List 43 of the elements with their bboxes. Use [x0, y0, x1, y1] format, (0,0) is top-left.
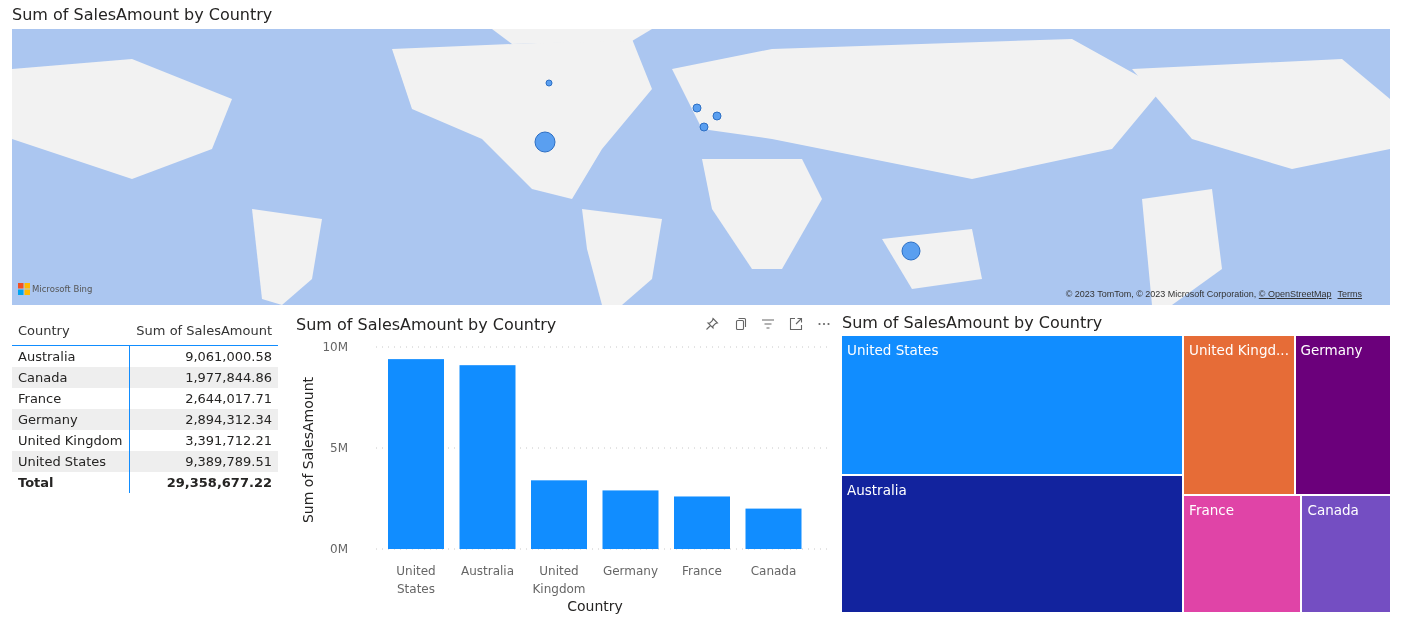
copy-icon[interactable]: [733, 317, 747, 331]
table-cell-text: 2,894,312.34: [184, 411, 273, 429]
axis-tick-label: 0M: [330, 542, 348, 556]
bing-logo-text: Microsoft Bing: [32, 284, 93, 294]
treemap-tile[interactable]: Canada: [1302, 496, 1390, 612]
table-cell-text: 2,644,017.71: [184, 390, 273, 408]
treemap-tile[interactable]: Germany: [1295, 336, 1390, 495]
pin-icon[interactable]: [705, 317, 719, 331]
filter-icon[interactable]: [761, 317, 775, 331]
chart-title: Sum of SalesAmount by Country: [842, 313, 1104, 332]
total-value: 29,358,677.22: [165, 474, 273, 492]
table-cell-text: 9,061,000.58: [184, 348, 273, 366]
column-header[interactable]: Country: [12, 319, 130, 345]
windows-logo-icon: [18, 283, 30, 295]
axis-tick-label: 5M: [330, 441, 348, 455]
table-cell-text: 9,389,789.51: [184, 453, 273, 471]
category-label: Australia: [460, 564, 515, 578]
category-label: France: [682, 564, 722, 578]
category-label: United States: [396, 564, 436, 596]
bar[interactable]: [459, 365, 516, 549]
bar[interactable]: [602, 490, 659, 549]
openstreetmap-link[interactable]: © OpenStreetMap: [1258, 289, 1332, 299]
table-cell-text: 1,977,844.86: [184, 369, 273, 387]
axis-title: Sum of SalesAmount: [300, 376, 316, 524]
category-label: United Kingdom: [532, 564, 586, 596]
chart-title: Sum of SalesAmount by Country: [296, 314, 557, 334]
category-label: Germany: [602, 564, 659, 578]
table-cell: United States: [12, 451, 130, 472]
category-label: Canada: [750, 564, 797, 578]
bar[interactable]: [745, 508, 802, 549]
column-header[interactable]: Sum of SalesAmount: [130, 319, 278, 345]
table-cell-text: 3,391,712.21: [184, 432, 273, 450]
axis-tick-label: 10M: [322, 340, 348, 354]
focus-mode-icon[interactable]: [789, 317, 803, 331]
attribution-text: © 2023 TomTom, © 2023 Microsoft Corporation,: [1065, 289, 1258, 299]
treemap-tile[interactable]: Australia: [842, 476, 1183, 612]
axis-title: Country: [567, 598, 623, 614]
treemap-tile[interactable]: France: [1184, 496, 1301, 612]
total-label: Total: [12, 472, 130, 493]
table-cell: Canada: [12, 367, 130, 388]
table-cell: Germany: [12, 409, 130, 430]
visual-title: Sum of SalesAmount by Country: [12, 4, 274, 26]
terms-link[interactable]: Terms: [1337, 289, 1362, 299]
